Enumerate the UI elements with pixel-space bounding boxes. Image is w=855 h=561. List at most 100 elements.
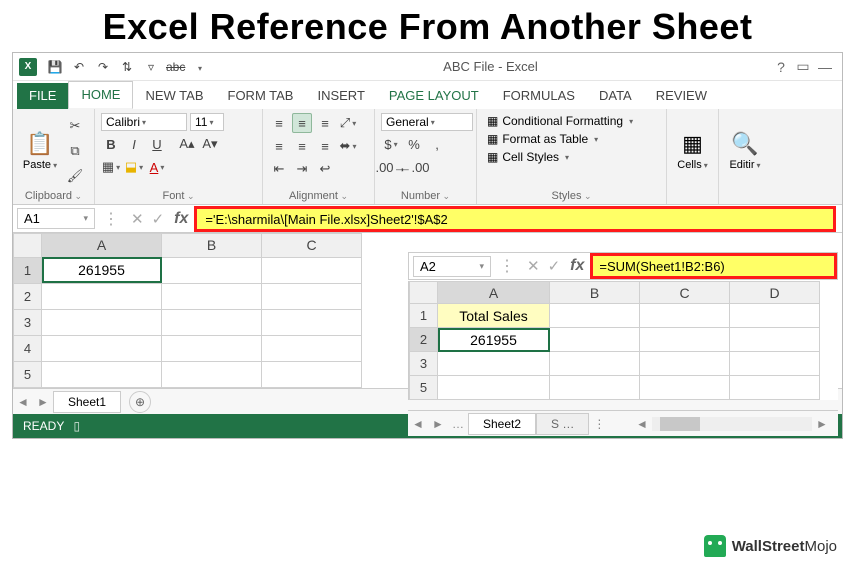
row-header-2[interactable]: 2 <box>14 283 42 309</box>
font-size-combo[interactable]: 11 <box>190 113 224 131</box>
align-center-icon[interactable]: ≡ <box>292 136 312 156</box>
merge-icon[interactable]: ⬌ <box>338 136 358 156</box>
help-icon[interactable]: ? <box>770 59 792 75</box>
formula-input[interactable]: ='E:\sharmila\[Main File.xlsx]Sheet2'!$A… <box>194 206 836 232</box>
cell-a2r[interactable]: 261955 <box>438 328 550 352</box>
align-middle-icon[interactable]: ≡ <box>292 113 312 133</box>
row-header-3[interactable]: 3 <box>14 309 42 335</box>
cell-a2[interactable] <box>42 283 162 309</box>
orientation-icon[interactable]: ⤢ <box>338 113 358 133</box>
col-header-a2[interactable]: A <box>438 282 550 304</box>
select-all-corner[interactable] <box>14 234 42 258</box>
col-header-a[interactable]: A <box>42 234 162 258</box>
row-header-1[interactable]: 1 <box>14 257 42 283</box>
name-box-2[interactable]: A2 <box>413 256 491 277</box>
increase-font-icon[interactable]: A▴ <box>177 134 197 154</box>
tab-home[interactable]: HOME <box>68 81 133 109</box>
cell-styles-button[interactable]: ▦ Cell Styles <box>483 149 660 165</box>
cut-icon[interactable]: ✂ <box>65 116 85 136</box>
grid-right[interactable]: A B C D 1 Total Sales 2 261955 3 5 <box>409 281 820 400</box>
percent-icon[interactable]: % <box>404 134 424 154</box>
scroll-right-icon[interactable]: ► <box>812 417 832 431</box>
tab-formtab[interactable]: Form Tab <box>216 83 306 109</box>
tab-data[interactable]: DATA <box>587 83 644 109</box>
border-icon[interactable]: ▦ <box>101 157 121 177</box>
col-header-c[interactable]: C <box>262 234 362 258</box>
editing-button[interactable]: 🔍 Editir <box>725 113 765 188</box>
grid-left[interactable]: A B C 1 261955 2 3 4 5 <box>13 233 362 388</box>
formula-input-2[interactable]: =SUM(Sheet1!B2:B6) <box>590 253 837 279</box>
sheet-nav-prev2-icon[interactable]: ◄ <box>408 417 428 431</box>
select-all-corner-2[interactable] <box>410 282 438 304</box>
row-header-4[interactable]: 4 <box>14 335 42 361</box>
tab-review[interactable]: REVIEW <box>644 83 719 109</box>
cell-a1[interactable]: 261955 <box>42 257 162 283</box>
redo-icon[interactable]: ↷ <box>94 60 112 74</box>
number-format-combo[interactable]: General <box>381 113 473 131</box>
sheet-nav-next-icon[interactable]: ► <box>33 395 53 409</box>
increase-indent-icon[interactable]: ⇥ <box>292 159 312 179</box>
col-header-d2[interactable]: D <box>730 282 820 304</box>
macro-record-icon[interactable]: ▯ <box>73 419 80 433</box>
sheet-nav-prev-icon[interactable]: ◄ <box>13 395 33 409</box>
row-header-5r[interactable]: 5 <box>410 376 438 400</box>
conditional-formatting-button[interactable]: ▦ Conditional Formatting <box>483 113 660 129</box>
col-header-b[interactable]: B <box>162 234 262 258</box>
fill-color-icon[interactable]: ⬓ <box>124 157 144 177</box>
fx-icon-2[interactable]: fx <box>570 257 584 275</box>
cell-a1r[interactable]: Total Sales <box>438 304 550 328</box>
accept-formula-icon[interactable]: ✓ <box>152 210 165 228</box>
wrap-text-icon[interactable]: ↩ <box>315 159 335 179</box>
row-header-5[interactable]: 5 <box>14 361 42 387</box>
copy-icon[interactable]: ⧉ <box>65 141 85 161</box>
format-as-table-button[interactable]: ▦ Format as Table <box>483 131 660 147</box>
save-icon[interactable]: 💾 <box>46 60 64 74</box>
cancel-formula-icon[interactable]: ✕ <box>131 210 144 228</box>
ribbon-options-icon[interactable]: ▭ <box>792 58 814 75</box>
currency-icon[interactable]: $ <box>381 134 401 154</box>
format-painter-icon[interactable]: 🖌 <box>65 166 85 186</box>
tab-insert[interactable]: INSERT <box>305 83 376 109</box>
align-left-icon[interactable]: ≡ <box>269 136 289 156</box>
decrease-decimal-icon[interactable]: ←.00 <box>404 157 424 177</box>
minimize-icon[interactable]: — <box>814 59 836 75</box>
row-header-3r[interactable]: 3 <box>410 352 438 376</box>
tab-file[interactable]: FILE <box>17 83 68 109</box>
fx-icon[interactable]: fx <box>174 210 188 228</box>
cell-b1[interactable] <box>162 257 262 283</box>
scroll-left-icon[interactable]: ◄ <box>632 417 652 431</box>
accept-formula-icon-2[interactable]: ✓ <box>548 257 561 275</box>
sheet-tab-sheet2[interactable]: Sheet2 <box>468 413 536 435</box>
qat-customize-icon[interactable] <box>190 60 208 74</box>
cancel-formula-icon-2[interactable]: ✕ <box>527 257 540 275</box>
paste-button[interactable]: 📋 Paste <box>19 113 61 188</box>
comma-icon[interactable]: , <box>427 134 447 154</box>
font-color-icon[interactable]: A <box>147 157 167 177</box>
decrease-font-icon[interactable]: A▾ <box>200 134 220 154</box>
align-top-icon[interactable]: ≡ <box>269 113 289 133</box>
sheet-nav-next2-icon[interactable]: ► <box>428 417 448 431</box>
tab-pagelayout[interactable]: PAGE LAYOUT <box>377 83 491 109</box>
bold-icon[interactable]: B <box>101 134 121 154</box>
undo-icon[interactable]: ↶ <box>70 60 88 74</box>
name-box[interactable]: A1 <box>17 208 95 229</box>
col-header-c2[interactable]: C <box>640 282 730 304</box>
cell-c1[interactable] <box>262 257 362 283</box>
tab-formulas[interactable]: FORMULAS <box>491 83 587 109</box>
align-bottom-icon[interactable]: ≡ <box>315 113 335 133</box>
italic-icon[interactable]: I <box>124 134 144 154</box>
align-right-icon[interactable]: ≡ <box>315 136 335 156</box>
sort-icon[interactable]: ⇅ <box>118 60 136 74</box>
row-header-1r[interactable]: 1 <box>410 304 438 328</box>
filter-icon[interactable]: ▿ <box>142 60 160 74</box>
add-sheet-icon[interactable]: ⊕ <box>129 391 151 413</box>
sheet-tab-other[interactable]: S … <box>536 413 589 435</box>
tab-newtab[interactable]: New Tab <box>133 83 215 109</box>
strike-icon[interactable]: abc <box>166 60 184 74</box>
font-name-combo[interactable]: Calibri <box>101 113 187 131</box>
sheet-tab-sheet1[interactable]: Sheet1 <box>53 391 121 413</box>
underline-icon[interactable]: U <box>147 134 167 154</box>
row-header-2r[interactable]: 2 <box>410 328 438 352</box>
cells-button[interactable]: ▦ Cells <box>673 113 712 188</box>
hscroll-right[interactable]: ◄ ► <box>609 417 838 431</box>
